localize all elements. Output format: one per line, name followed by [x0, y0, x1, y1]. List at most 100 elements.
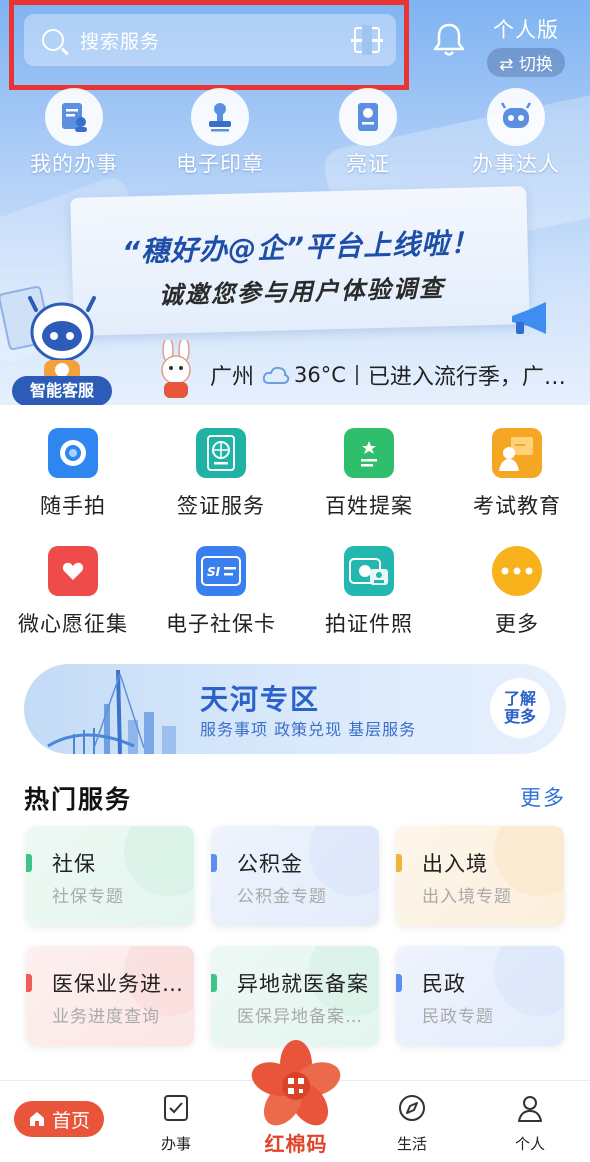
hot-card-social-security[interactable]: 社保 社保专题 — [26, 826, 194, 926]
quick-action-label: 办事达人 — [472, 152, 560, 176]
edition-title: 个人版 — [493, 18, 559, 42]
heart-icon — [48, 546, 98, 596]
quick-action-my-affairs[interactable]: 我的办事 — [4, 88, 144, 178]
passport-icon — [196, 428, 246, 478]
quick-action-show-license[interactable]: 亮证 — [298, 88, 438, 178]
card-subtitle: 民政专题 — [422, 1007, 494, 1027]
hot-card-remote-medical-filing[interactable]: 异地就医备案 医保异地备案… — [211, 946, 379, 1046]
bell-icon[interactable] — [432, 22, 466, 58]
document-person-icon — [45, 88, 103, 146]
tab-me[interactable]: 个人 — [490, 1093, 570, 1154]
search-placeholder: 搜索服务 — [80, 30, 161, 53]
service-label: 考试教育 — [473, 494, 561, 518]
checklist-icon — [164, 1095, 188, 1121]
promo-banner[interactable]: “穗好办@企”平台上线啦！ 诚邀您参与用户体验调查 — [70, 186, 530, 336]
quick-action-expert[interactable]: 办事达人 — [446, 88, 586, 178]
edition-switch-button[interactable]: ⇄ 切换 — [487, 48, 565, 77]
card-subtitle: 业务进度查询 — [52, 1007, 160, 1027]
service-label: 微心愿征集 — [18, 612, 128, 636]
quick-action-label: 我的办事 — [30, 152, 118, 176]
hot-services-title: 热门服务 — [24, 785, 133, 814]
hot-services-more-link[interactable]: 更多 — [520, 782, 566, 812]
card-accent-bar — [396, 974, 402, 992]
card-title: 民政 — [422, 972, 466, 996]
tab-home[interactable]: 首页 — [14, 1101, 104, 1137]
edition-switcher[interactable]: 个人版 ⇄ 切换 — [484, 14, 568, 77]
tianhe-zone-banner[interactable]: 天河专区 服务事项 政策兑现 基层服务 了解 更多 — [24, 664, 566, 754]
scan-icon[interactable] — [351, 25, 383, 55]
card-title: 出入境 — [422, 852, 488, 876]
card-title: 异地就医备案 — [237, 972, 369, 996]
learn-more-line2: 更多 — [503, 707, 536, 726]
weather-ticker[interactable]: 广州 36°C 已进入流行季，广… — [150, 340, 590, 400]
hero-header: 搜索服务 个人版 ⇄ 切换 我的办事 电子印章 亮证 办事达人 “穗好办@企”平… — [0, 0, 590, 405]
customer-service-label[interactable]: 智能客服 — [12, 376, 112, 405]
home-icon — [29, 1112, 44, 1126]
service-label: 随手拍 — [40, 494, 106, 518]
service-proposal[interactable]: 百姓提案 — [296, 428, 442, 520]
card-title: 公积金 — [237, 852, 303, 876]
service-snapshot[interactable]: 随手拍 — [0, 428, 146, 520]
tab-life[interactable]: 生活 — [372, 1093, 452, 1154]
megaphone-icon — [512, 302, 546, 334]
quick-action-label: 电子印章 — [176, 152, 264, 176]
service-visa[interactable]: 签证服务 — [148, 428, 294, 520]
quick-action-label: 亮证 — [346, 152, 390, 176]
person-icon — [518, 1096, 542, 1122]
card-accent-bar — [26, 854, 32, 872]
service-micro-wish[interactable]: 微心愿征集 — [0, 546, 146, 638]
search-input[interactable]: 搜索服务 — [24, 14, 396, 66]
card-accent-bar — [211, 974, 217, 992]
quick-actions: 我的办事 电子印章 亮证 办事达人 — [0, 88, 590, 188]
service-id-photo[interactable]: 拍证件照 — [296, 546, 442, 638]
robot-face-icon — [487, 88, 545, 146]
card-subtitle: 公积金专题 — [237, 887, 327, 907]
learn-more-line1: 了解 — [503, 689, 536, 708]
hot-card-civil-affairs[interactable]: 民政 民政专题 — [396, 946, 564, 1046]
tab-life-label: 生活 — [396, 1135, 427, 1153]
id-photo-icon — [344, 546, 394, 596]
card-subtitle: 社保专题 — [52, 887, 124, 907]
tab-kapok-code[interactable]: 红棉码 — [244, 1040, 348, 1160]
svg-text:SI: SI — [207, 565, 221, 579]
card-title: 社保 — [52, 852, 96, 876]
search-icon — [42, 29, 64, 51]
stamp-icon — [191, 88, 249, 146]
weather-city: 广州 — [210, 365, 255, 390]
service-more[interactable]: 更多 — [444, 546, 590, 638]
kapok-flower-icon — [251, 1040, 341, 1126]
card-accent-bar — [26, 974, 32, 992]
service-social-security-card[interactable]: SI 电子社保卡 — [148, 546, 294, 638]
promo-banner-subline: 诚邀您参与用户体验调查 — [158, 274, 446, 310]
card-subtitle: 出入境专题 — [422, 887, 512, 907]
city-skyline-icon — [47, 669, 176, 754]
service-exam-education[interactable]: 考试教育 — [444, 428, 590, 520]
divider — [355, 365, 358, 385]
tab-affairs[interactable]: 办事 — [136, 1093, 216, 1154]
tianhe-title: 天河专区 — [200, 683, 321, 716]
quick-action-e-seal[interactable]: 电子印章 — [150, 88, 290, 178]
tab-me-label: 个人 — [514, 1135, 545, 1153]
compass-icon — [399, 1095, 425, 1121]
weather-temperature: 36°C — [294, 363, 346, 387]
proposal-icon — [344, 428, 394, 478]
service-grid: 随手拍 签证服务 百姓提案 考试教育 微心愿征集 SI 电子社保卡 拍证件照 更… — [0, 420, 590, 650]
hot-card-housing-fund[interactable]: 公积金 公积金专题 — [211, 826, 379, 926]
tab-home-label: 首页 — [51, 1109, 90, 1132]
service-label: 电子社保卡 — [166, 612, 276, 636]
rabbit-mascot-icon — [161, 340, 191, 398]
tab-kapok-code-label: 红棉码 — [264, 1132, 328, 1156]
service-label: 拍证件照 — [325, 612, 413, 636]
service-label: 签证服务 — [177, 494, 265, 518]
service-label: 百姓提案 — [325, 494, 413, 518]
hot-card-medical-insurance-progress[interactable]: 医保业务进… 业务进度查询 — [26, 946, 194, 1046]
card-title: 医保业务进… — [52, 972, 184, 996]
social-security-card-icon: SI — [196, 546, 246, 596]
hot-card-exit-entry[interactable]: 出入境 出入境专题 — [396, 826, 564, 926]
tianhe-subtitle: 服务事项 政策兑现 基层服务 — [200, 720, 417, 739]
promo-banner-headline: “穗好办@企”平台上线啦！ — [121, 226, 480, 269]
id-card-icon — [339, 88, 397, 146]
tianhe-learn-more-button[interactable]: 了解 更多 — [490, 678, 550, 738]
service-label: 更多 — [495, 612, 539, 636]
card-accent-bar — [396, 854, 402, 872]
